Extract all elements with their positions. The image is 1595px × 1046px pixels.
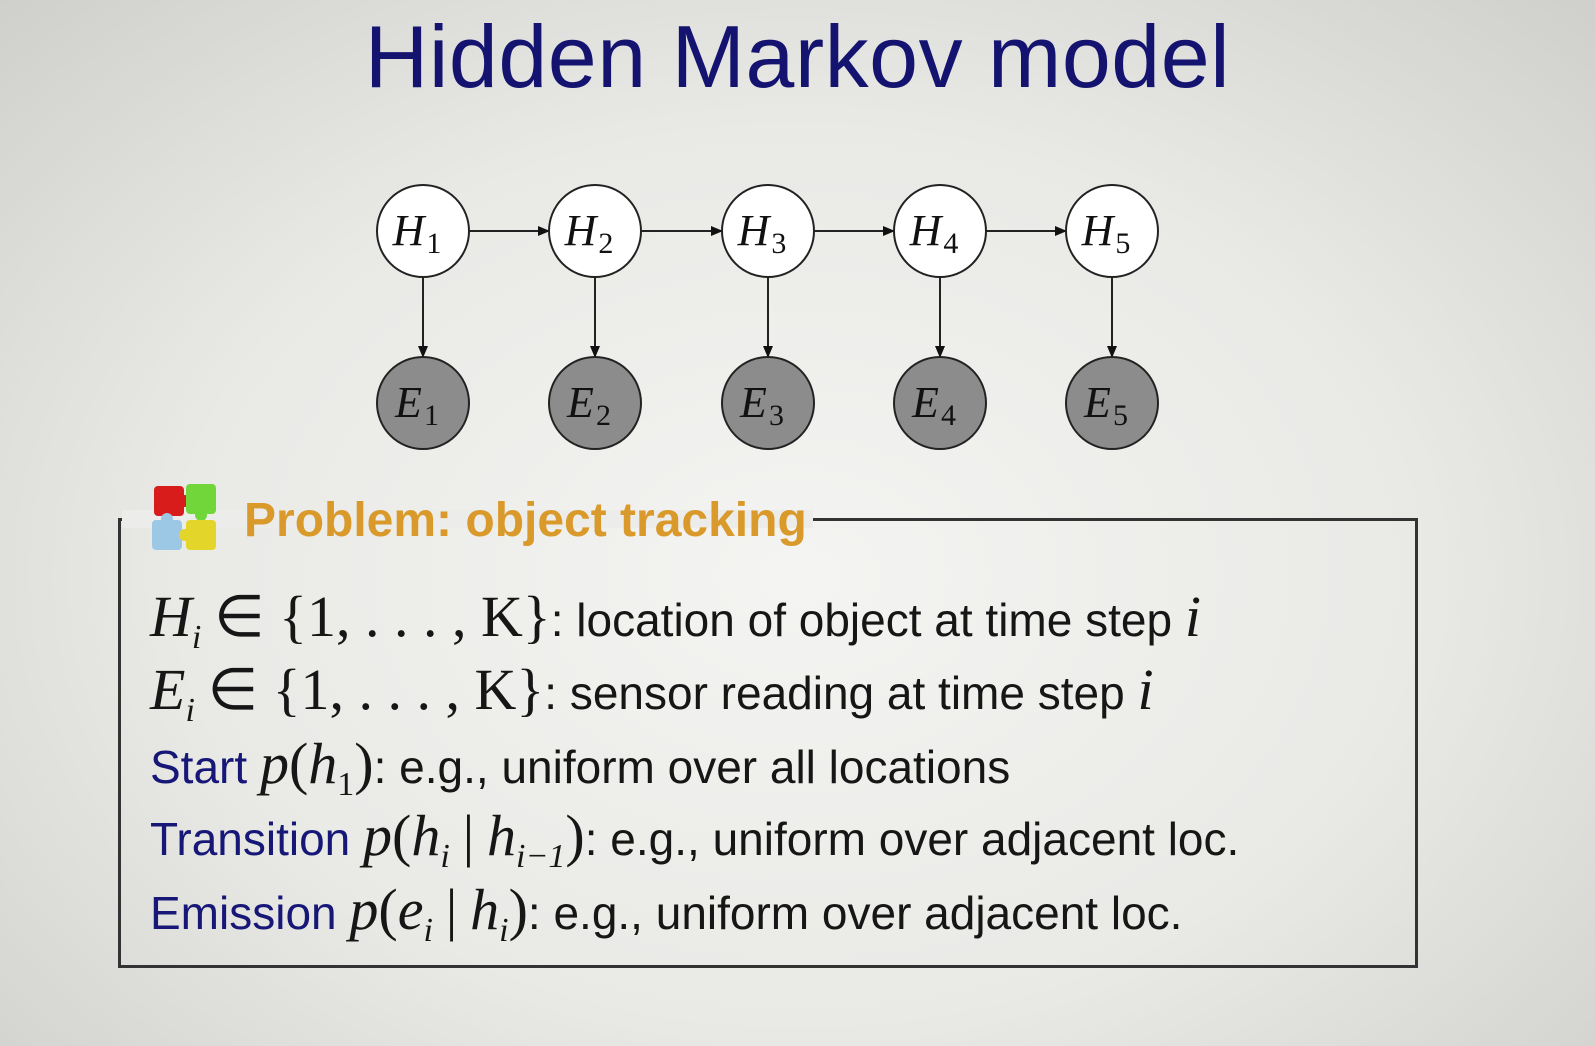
- math-var: H: [150, 584, 192, 649]
- definition-text: : location of object at time step: [550, 594, 1185, 646]
- hidden-node-4: H4: [893, 184, 987, 278]
- evidence-node-1: E1: [376, 356, 470, 450]
- math-sub: i: [185, 692, 195, 729]
- definition-text: : sensor reading at time step: [544, 667, 1138, 719]
- hidden-node-1: H1: [376, 184, 470, 278]
- hidden-node-5: H5: [1065, 184, 1159, 278]
- math-sub: i: [191, 619, 202, 656]
- evidence-node-3: E3: [721, 356, 815, 450]
- hidden-node-2: H2: [548, 184, 642, 278]
- start-keyword: Start: [150, 741, 248, 793]
- evidence-node-5: E5: [1065, 356, 1159, 450]
- math-set: ∈ {1, . . . , K}: [207, 657, 545, 722]
- evidence-node-2: E2: [548, 356, 642, 450]
- math-set: ∈ {1, . . . , K}: [214, 584, 551, 649]
- problem-header: Problem: object tracking: [122, 480, 813, 560]
- puzzle-icon: [140, 480, 224, 560]
- hidden-definition-line: Hi ∈ {1, . . . , K}: location of object …: [150, 582, 1201, 657]
- math-var: E: [150, 657, 186, 722]
- transition-line: Transition p(hi | hi−1): e.g., uniform o…: [150, 803, 1240, 875]
- hidden-node-3: H3: [721, 184, 815, 278]
- problem-heading: Problem: object tracking: [244, 493, 807, 547]
- tail-var: i: [1137, 657, 1154, 722]
- emission-keyword: Emission: [150, 887, 337, 939]
- evidence-node-4: E4: [893, 356, 987, 450]
- tail-var: i: [1184, 584, 1201, 649]
- evidence-definition-line: Ei ∈ {1, . . . , K}: sensor reading at t…: [150, 655, 1154, 730]
- start-line: Start p(h1): e.g., uniform over all loca…: [150, 731, 1011, 803]
- transition-keyword: Transition: [150, 813, 351, 865]
- emission-line: Emission p(ei | hi): e.g., uniform over …: [150, 877, 1183, 949]
